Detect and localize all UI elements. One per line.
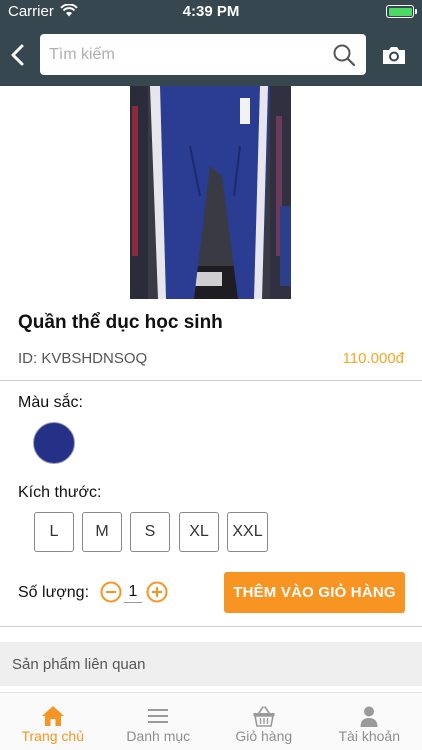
tab-bar: Trang chủ Danh mục Giỏ hàng Tài khoản (0, 692, 422, 750)
back-arrow-icon[interactable] (6, 40, 30, 70)
tab-categories-label: Danh mục (126, 728, 191, 744)
nav-bar (0, 22, 422, 86)
add-to-cart-button[interactable]: THÊM VÀO GIỎ HÀNG (224, 572, 405, 613)
color-swatch-navy[interactable] (33, 422, 75, 464)
tab-home-label: Trang chủ (21, 728, 84, 744)
tab-account-label: Tài khoản (338, 728, 400, 744)
product-title: Quần thể dục học sinh (18, 312, 223, 333)
size-option-m[interactable]: M (82, 512, 122, 552)
tab-home[interactable]: Trang chủ (0, 693, 106, 750)
home-icon (41, 706, 64, 726)
related-products-header: Sản phẩm liên quan (0, 642, 422, 686)
product-image (130, 86, 291, 299)
user-icon (360, 706, 378, 727)
minus-circle-icon[interactable] (100, 581, 122, 603)
clock-label: 4:39 PM (182, 3, 240, 20)
tab-account[interactable]: Tài khoản (317, 693, 422, 750)
color-label: Màu sắc: (18, 394, 83, 411)
camera-icon[interactable] (381, 44, 407, 66)
search-box (40, 34, 366, 75)
size-option-xl[interactable]: XL (179, 512, 219, 552)
related-products-label: Sản phẩm liên quan (12, 656, 146, 673)
battery-icon (386, 5, 417, 18)
divider (0, 380, 422, 381)
product-id: ID: KVBSHDNSOQ (18, 350, 148, 367)
basket-icon (253, 706, 275, 727)
search-icon[interactable] (332, 43, 356, 67)
product-price: 110.000đ (342, 350, 404, 367)
quantity-label: Số lượng: (18, 584, 90, 601)
size-option-s[interactable]: S (130, 512, 170, 552)
size-label: Kích thước: (18, 484, 102, 501)
plus-circle-icon[interactable] (146, 581, 168, 603)
size-option-xxl[interactable]: XXL (227, 512, 268, 552)
tab-cart-label: Giỏ hàng (235, 728, 293, 744)
size-option-l[interactable]: L (34, 512, 74, 552)
quantity-value[interactable]: 1 (124, 582, 142, 603)
divider (0, 626, 422, 627)
search-input[interactable] (49, 34, 319, 75)
status-bar: Carrier 4:39 PM (0, 0, 422, 22)
list-icon (148, 709, 169, 723)
tab-cart[interactable]: Giỏ hàng (211, 693, 317, 750)
tab-categories[interactable]: Danh mục (106, 693, 212, 750)
